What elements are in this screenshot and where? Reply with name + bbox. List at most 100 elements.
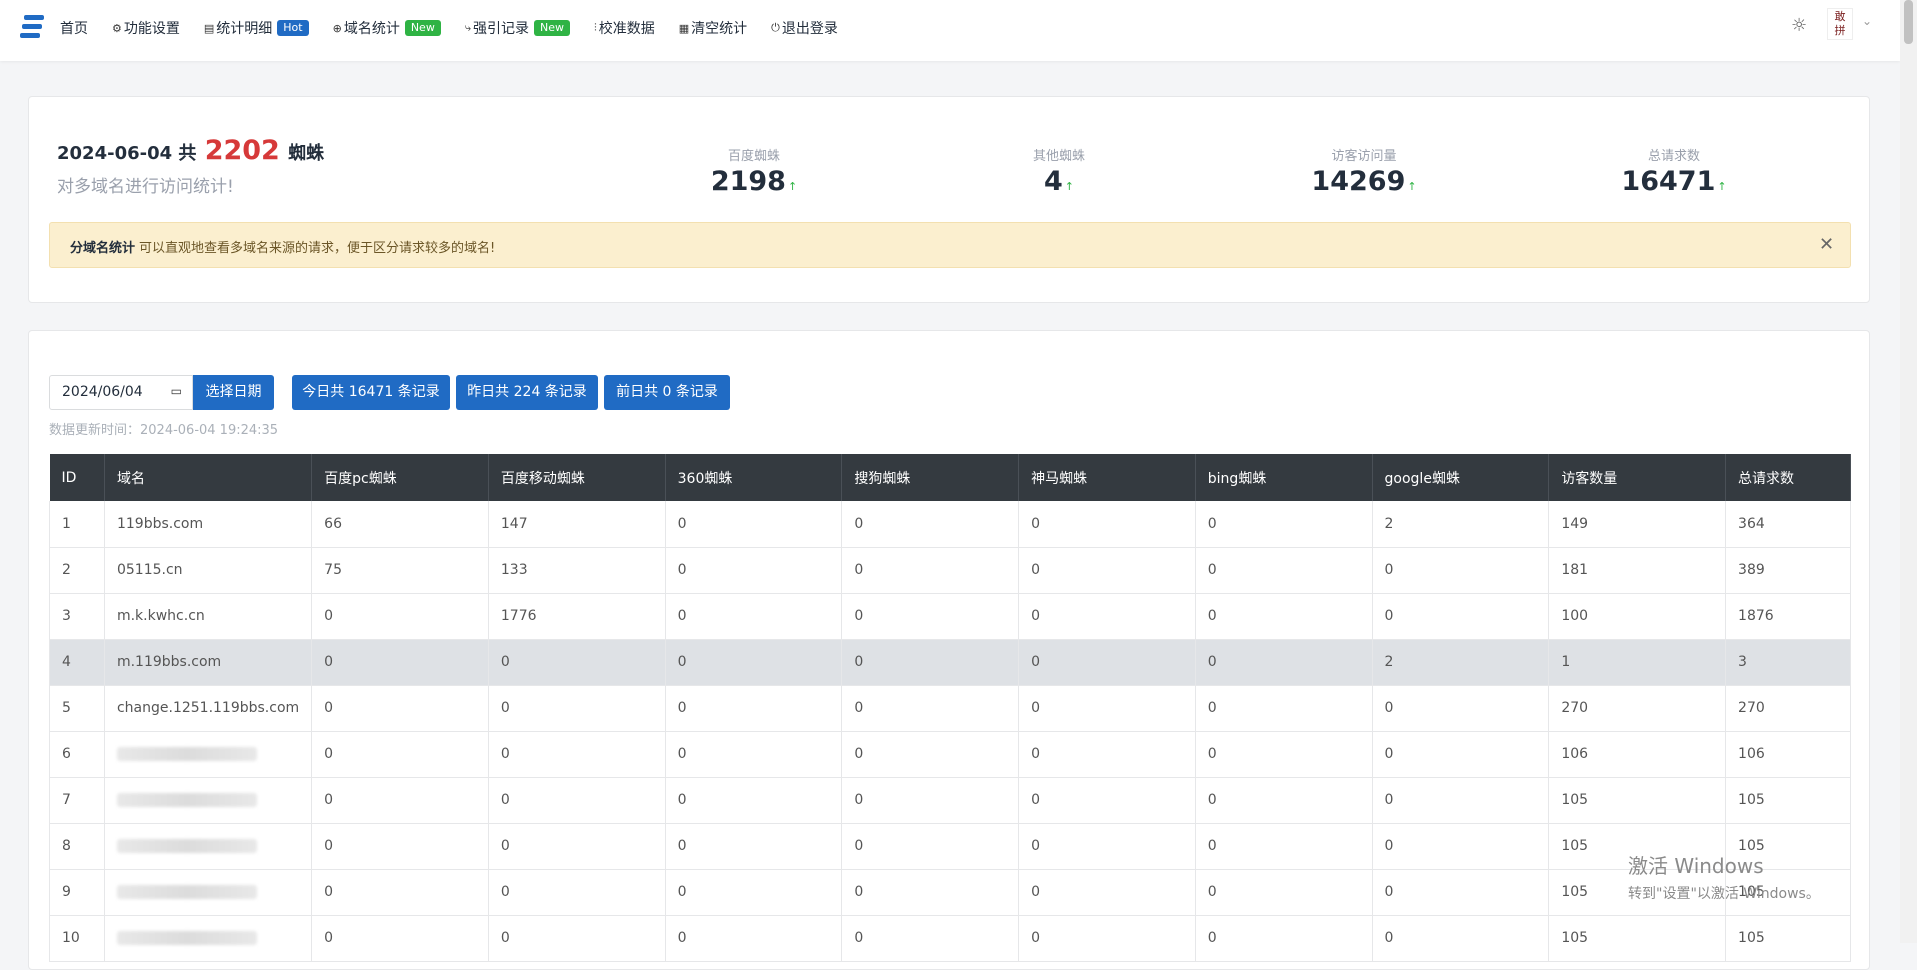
table-cell: 3 <box>49 593 105 640</box>
table-cell: 0 <box>841 639 1020 686</box>
scrollbar-thumb[interactable] <box>1904 0 1913 44</box>
nav-item-3[interactable]: ⊕ 域名统计 New <box>333 18 441 38</box>
table-cell: 105 <box>1548 915 1727 962</box>
before-yesterday-records-button[interactable]: 前日共 0 条记录 <box>604 375 730 410</box>
table-cell: 0 <box>487 731 666 778</box>
nav-icon: ▤ <box>203 21 215 35</box>
nav-item-5[interactable]: ⫶ 校准数据 <box>594 18 655 38</box>
chevron-down-icon[interactable]: ⌄ <box>1862 14 1872 28</box>
nav-label: 校准数据 <box>598 21 655 37</box>
table-cell <box>103 869 313 916</box>
table-cell: 0 <box>1194 593 1373 640</box>
table-cell: 05115.cn <box>103 547 313 594</box>
table-cell: 149 <box>1548 501 1727 548</box>
table-cell: 0 <box>487 915 666 962</box>
column-header[interactable]: 访客数量 <box>1548 454 1727 501</box>
table-row[interactable]: 2 05115.cn 75 133 0 0 0 0 0 181 389 <box>49 547 1851 594</box>
table-row[interactable]: 9 0 0 0 0 0 0 0 105 105 <box>49 869 1851 916</box>
table-row[interactable]: 3 m.k.kwhc.cn 0 1776 0 0 0 0 0 100 1876 <box>49 593 1851 640</box>
column-header[interactable]: 360蜘蛛 <box>665 454 843 501</box>
table-cell: 0 <box>664 731 843 778</box>
stat-label: 其他蜘蛛 <box>1032 149 1085 164</box>
table-cell: 2 <box>1371 501 1550 548</box>
table-row[interactable]: 6 0 0 0 0 0 0 0 106 106 <box>49 731 1851 778</box>
stat-value: 4 <box>1043 166 1063 197</box>
close-icon[interactable]: ✕ <box>1819 234 1834 255</box>
nav-item-1[interactable]: ⚙ 功能设置 <box>112 18 180 38</box>
nav-badge: New <box>534 20 570 36</box>
summary-date: 2024-06-04 共 <box>57 143 197 164</box>
table-cell: 5 <box>49 685 105 732</box>
table-cell: 0 <box>1194 639 1373 686</box>
table-cell <box>103 777 313 824</box>
table-cell: 100 <box>1548 593 1727 640</box>
table-cell: 0 <box>1194 501 1373 548</box>
table-cell: 9 <box>49 869 105 916</box>
table-cell: 0 <box>841 731 1020 778</box>
nav-item-7[interactable]: ⏻ 退出登录 <box>771 18 838 38</box>
table-cell: 0 <box>311 777 489 824</box>
date-input[interactable]: 2024/06/04 ▭ <box>49 375 193 410</box>
table-row[interactable]: 1 119bbs.com 66 147 0 0 0 0 2 149 364 <box>49 501 1851 548</box>
table-cell: 0 <box>664 777 843 824</box>
column-header[interactable]: 总请求数 <box>1725 454 1851 501</box>
user-avatar[interactable]: 敢拼 <box>1827 8 1853 40</box>
nav-item-0[interactable]: 首页 <box>60 18 88 38</box>
redacted-domain <box>116 839 257 853</box>
stat-value: 14269 <box>1311 166 1406 197</box>
column-header[interactable]: 神马蜘蛛 <box>1018 454 1196 501</box>
table-cell: 0 <box>1371 869 1550 916</box>
nav-item-6[interactable]: ▦ 清空统计 <box>679 18 747 38</box>
column-header[interactable]: google蜘蛛 <box>1372 454 1550 501</box>
column-header[interactable]: 百度pc蜘蛛 <box>311 454 489 501</box>
table-row[interactable]: 7 0 0 0 0 0 0 0 105 105 <box>49 777 1851 824</box>
theme-toggle-sun-icon[interactable]: ☼ <box>1791 15 1807 36</box>
column-header[interactable]: 域名 <box>104 454 313 501</box>
domain-stats-table: ID 域名 百度pc蜘蛛 百度移动蜘蛛 360蜘蛛 搜狗蜘蛛 神马蜘蛛 bing蜘蛛 googl… <box>49 454 1851 962</box>
table-cell: 0 <box>311 869 489 916</box>
table-row[interactable]: 4 m.119bbs.com 0 0 0 0 0 0 2 1 3 <box>49 639 1851 686</box>
table-cell: 106 <box>1725 731 1851 778</box>
table-cell: 119bbs.com <box>103 501 313 548</box>
column-header[interactable]: 搜狗蜘蛛 <box>841 454 1020 501</box>
alert-message: 可以直观地查看多域名来源的请求，便于区分请求较多的域名! <box>139 241 496 256</box>
table-cell: 0 <box>1018 501 1196 548</box>
select-date-button[interactable]: 选择日期 <box>193 375 274 410</box>
nav-label: 统计明细 <box>216 21 273 37</box>
nav-item-2[interactable]: ▤ 统计明细 Hot <box>204 18 309 38</box>
table-cell <box>103 915 313 962</box>
table-cell: 0 <box>1018 869 1196 916</box>
watermark-line2: 转到"设置"以激活 Windows。 <box>1628 886 1820 902</box>
table-row[interactable]: 8 0 0 0 0 0 0 0 105 105 <box>49 823 1851 870</box>
column-header[interactable]: bing蜘蛛 <box>1195 454 1373 501</box>
table-cell: 1876 <box>1725 593 1851 640</box>
table-cell: 0 <box>311 685 489 732</box>
table-cell: 0 <box>1018 639 1196 686</box>
table-cell: 2 <box>49 547 105 594</box>
table-cell: 3 <box>1725 639 1851 686</box>
nav-icon: ⊕ <box>332 21 342 35</box>
nav-label: 强引记录 <box>473 21 529 37</box>
nav-label: 首页 <box>60 21 88 37</box>
table-cell: m.k.kwhc.cn <box>103 593 313 640</box>
table-row[interactable]: 10 0 0 0 0 0 0 0 105 105 <box>49 915 1851 962</box>
table-cell: 0 <box>1194 823 1373 870</box>
page-scrollbar[interactable] <box>1900 0 1917 943</box>
table-cell: 0 <box>487 685 666 732</box>
redacted-domain <box>116 747 257 761</box>
table-cell: 0 <box>1194 869 1373 916</box>
table-row[interactable]: 5 change.1251.119bbs.com 0 0 0 0 0 0 0 270 270 <box>49 685 1851 732</box>
table-cell: 106 <box>1548 731 1727 778</box>
column-header[interactable]: ID <box>49 454 105 501</box>
table-cell: 0 <box>311 639 489 686</box>
table-cell: 0 <box>1018 547 1196 594</box>
column-header[interactable]: 百度移动蜘蛛 <box>488 454 666 501</box>
calendar-icon[interactable]: ▭ <box>171 384 182 398</box>
app-logo-icon[interactable] <box>20 15 46 39</box>
nav-item-4[interactable]: ⤷ 强引记录 New <box>465 18 570 38</box>
table-cell: 0 <box>664 823 843 870</box>
table-cell: 147 <box>487 501 666 548</box>
yesterday-records-button[interactable]: 昨日共 224 条记录 <box>456 375 598 410</box>
today-records-button[interactable]: 今日共 16471 条记录 <box>292 375 450 410</box>
table-cell: 0 <box>1371 685 1550 732</box>
